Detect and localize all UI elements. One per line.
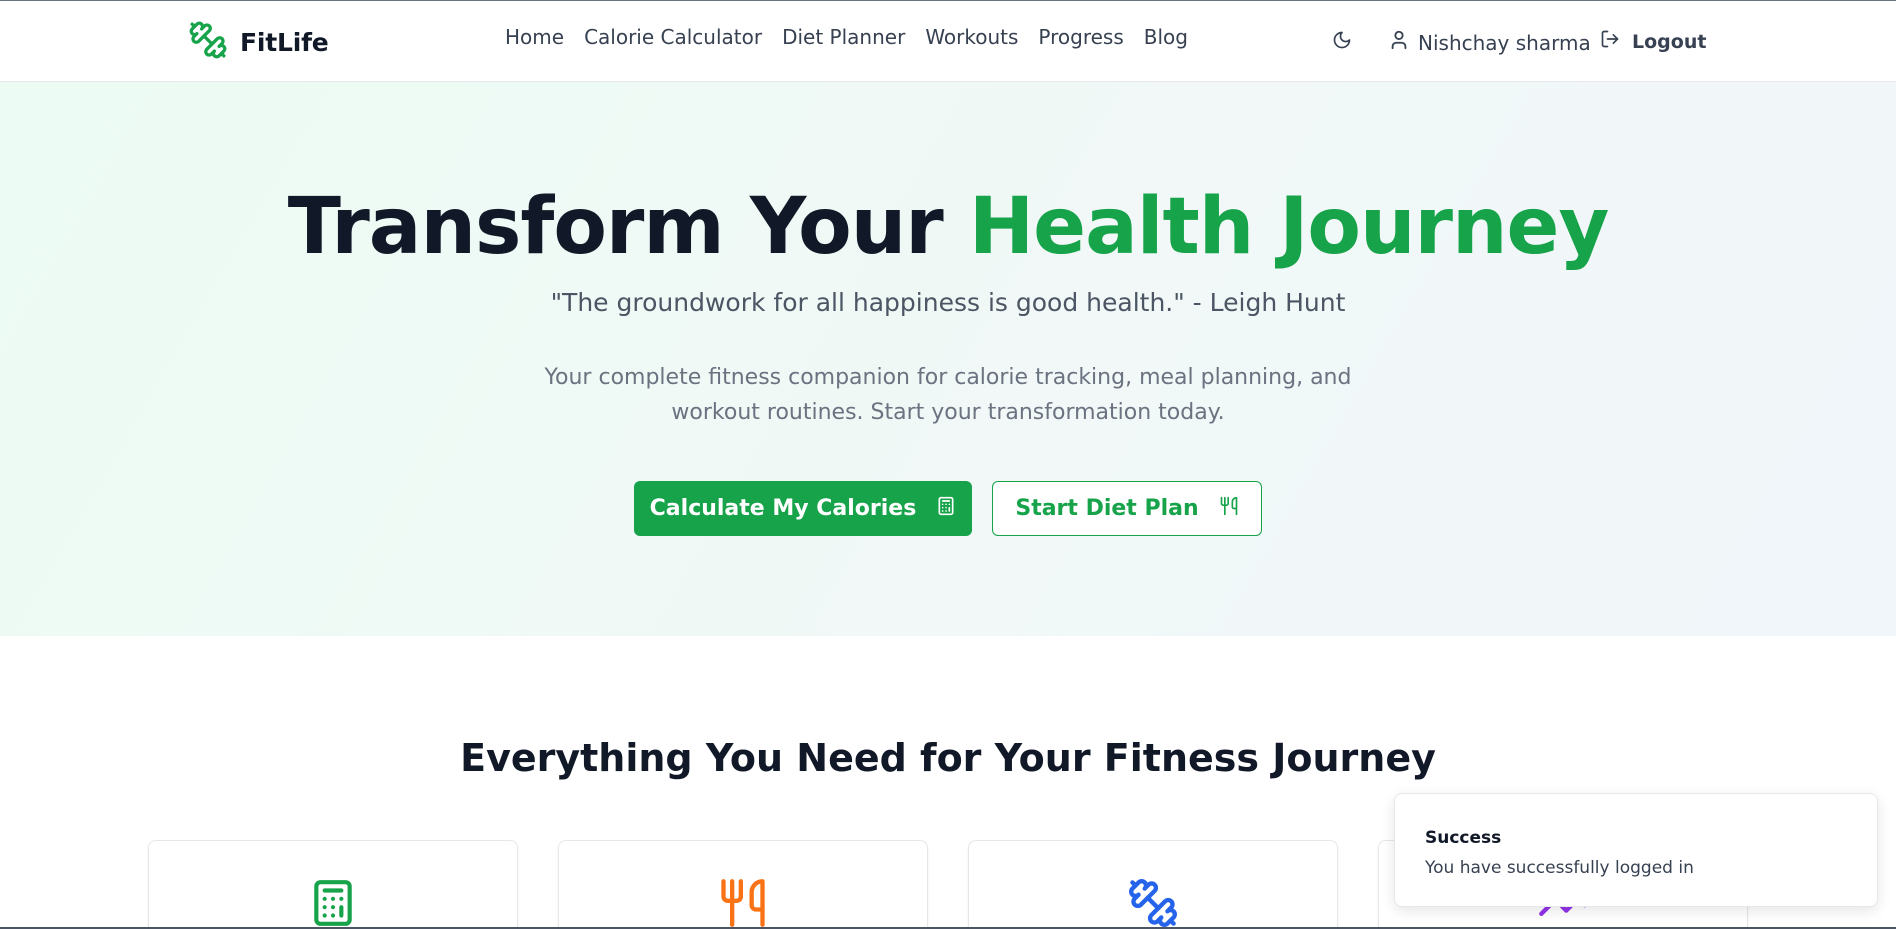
calculator-icon: [307, 875, 359, 929]
hero-section: Transform Your Health Journey "The groun…: [0, 82, 1896, 636]
features-title: Everything You Need for Your Fitness Jou…: [460, 736, 1436, 780]
nav-link-progress[interactable]: Progress: [1038, 25, 1123, 49]
logout-icon: [1600, 29, 1620, 54]
nav-link-calorie-calculator[interactable]: Calorie Calculator: [584, 25, 762, 49]
feature-card-workouts[interactable]: [968, 840, 1338, 929]
brand-logo[interactable]: FitLife: [188, 21, 329, 63]
toast-message: You have successfully logged in: [1425, 858, 1694, 878]
logout-button[interactable]: Logout: [1600, 29, 1706, 54]
hero-buttons: Calculate My Calories Start Diet Plan: [0, 481, 1896, 536]
feature-card-calorie[interactable]: [148, 840, 518, 929]
hero-title-main: Transform Your: [287, 182, 969, 272]
user-name: Nishchay sharma: [1418, 30, 1591, 55]
user-icon: [1388, 29, 1410, 56]
page: FitLife Home Calorie Calculator Diet Pla…: [0, 0, 1896, 929]
calculate-calories-button[interactable]: Calculate My Calories: [634, 481, 972, 536]
navbar: FitLife Home Calorie Calculator Diet Pla…: [0, 0, 1896, 82]
success-toast[interactable]: Success You have successfully logged in: [1394, 793, 1878, 907]
nav-link-home[interactable]: Home: [505, 25, 564, 49]
nav-link-workouts[interactable]: Workouts: [925, 25, 1018, 49]
utensils-icon: [717, 875, 769, 929]
hero-title: Transform Your Health Journey: [0, 182, 1896, 272]
theme-toggle-button[interactable]: [1330, 30, 1354, 54]
brand-name: FitLife: [240, 27, 329, 57]
dumbbell-icon: [1127, 875, 1179, 929]
hero-quote: "The groundwork for all happiness is goo…: [550, 288, 1346, 317]
feature-card-diet[interactable]: [558, 840, 928, 929]
logout-label: Logout: [1632, 30, 1707, 53]
user-profile[interactable]: Nishchay sharma: [1388, 29, 1591, 56]
start-diet-plan-label: Start Diet Plan: [1015, 496, 1199, 521]
calculator-icon: [936, 496, 956, 522]
moon-icon: [1332, 30, 1352, 54]
hero-title-accent: Health Journey: [968, 182, 1609, 272]
dumbbell-icon: [188, 20, 228, 64]
nav-link-diet-planner[interactable]: Diet Planner: [782, 25, 905, 49]
calculate-calories-label: Calculate My Calories: [649, 496, 917, 521]
nav-link-blog[interactable]: Blog: [1144, 25, 1188, 49]
main-nav: Home Calorie Calculator Diet Planner Wor…: [505, 25, 1188, 49]
hero-description: Your complete fitness companion for calo…: [544, 365, 1352, 425]
start-diet-plan-button[interactable]: Start Diet Plan: [992, 481, 1262, 536]
toast-title: Success: [1425, 828, 1502, 848]
utensils-icon: [1219, 496, 1239, 522]
